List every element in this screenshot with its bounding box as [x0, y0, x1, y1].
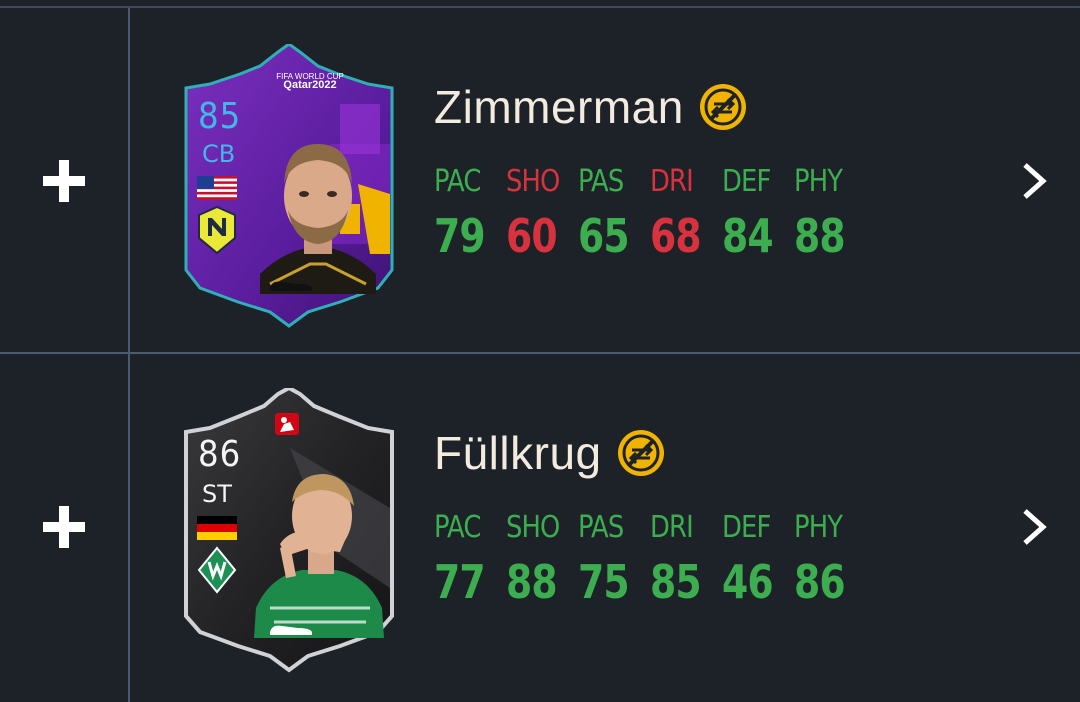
stat-label: SHO	[506, 510, 560, 545]
stat-sho: SHO 88	[506, 510, 578, 609]
plus-icon	[43, 160, 85, 202]
event-logo-year: Qatar2022	[283, 79, 337, 91]
stat-value: 68	[650, 209, 702, 263]
chevron-right-icon	[1023, 163, 1047, 199]
stat-label: PAS	[578, 164, 624, 199]
stat-value: 85	[650, 555, 702, 609]
boot-icon	[270, 625, 312, 635]
stat-value: 60	[506, 209, 558, 263]
bundesliga-logo-icon	[275, 413, 299, 435]
stat-label: DRI	[650, 510, 694, 545]
player-row: FIFA WORLD CUP Qatar2022 85 CB Zimmerman…	[0, 8, 1080, 354]
stat-dri: DRI 85	[650, 510, 722, 609]
player-name: Zimmerman	[434, 81, 684, 133]
stat-phy: PHY 86	[794, 510, 866, 609]
player-card[interactable]: FIFA WORLD CUP Qatar2022 85 CB	[180, 44, 398, 330]
nashville-sc-crest-icon	[198, 206, 236, 254]
card-rating: 85	[198, 96, 242, 137]
stat-pas: PAS 65	[578, 164, 650, 263]
card-position: ST	[202, 480, 232, 508]
open-player-button[interactable]	[1014, 354, 1054, 700]
player-name-line: Zimmerman	[434, 80, 748, 134]
add-player-button[interactable]	[0, 8, 128, 354]
stat-def: DEF 84	[722, 164, 794, 263]
stat-sho: SHO 60	[506, 164, 578, 263]
player-name-line: Füllkrug	[434, 426, 666, 480]
stat-label: PAC	[434, 164, 481, 199]
stat-value: 88	[794, 209, 846, 263]
stat-value: 65	[578, 209, 630, 263]
stat-def: DEF 46	[722, 510, 794, 609]
chevron-right-icon	[1023, 509, 1047, 545]
stat-label: PAC	[434, 510, 481, 545]
stats-grid: PAC 77 SHO 88 PAS 75 DRI 85 DEF 46 PHY 8…	[434, 510, 866, 609]
stat-pas: PAS 75	[578, 510, 650, 609]
stat-value: 84	[722, 209, 774, 263]
stat-value: 79	[434, 209, 486, 263]
stat-label: PHY	[794, 164, 843, 199]
add-player-button[interactable]	[0, 354, 128, 700]
card-position: CB	[202, 140, 236, 168]
stat-label: DRI	[650, 164, 694, 199]
player-photo	[260, 144, 376, 294]
plus-icon	[43, 506, 85, 548]
player-comparison-list: FIFA WORLD CUP Qatar2022 85 CB Zimmerman…	[0, 0, 1080, 702]
stat-value: 46	[722, 555, 774, 609]
stat-value: 75	[578, 555, 630, 609]
card-rating: 86	[198, 434, 242, 475]
stat-pac: PAC 79	[434, 164, 506, 263]
player-name: Füllkrug	[434, 427, 602, 479]
stats-grid: PAC 79 SHO 60 PAS 65 DRI 68 DEF 84 PHY 8…	[434, 164, 866, 263]
world-cup-logo: FIFA WORLD CUP Qatar2022	[276, 72, 344, 100]
stat-dri: DRI 68	[650, 164, 722, 263]
stat-label: SHO	[506, 164, 560, 199]
stat-pac: PAC 77	[434, 510, 506, 609]
germany-flag-icon	[197, 516, 237, 540]
stat-value: 88	[506, 555, 558, 609]
stat-value: 86	[794, 555, 846, 609]
stat-label: PAS	[578, 510, 624, 545]
werder-bremen-crest-icon	[197, 546, 237, 594]
chemistry-swap-icon	[699, 84, 746, 130]
open-player-button[interactable]	[1014, 8, 1054, 354]
player-row: 86 ST Füllkrug PAC 77 SHO 88 PAS 75 DRI …	[0, 354, 1080, 700]
chemistry-swap-icon	[617, 430, 664, 476]
boot-icon	[270, 281, 312, 291]
stat-label: DEF	[722, 510, 771, 545]
player-photo	[254, 474, 384, 638]
player-card[interactable]: 86 ST	[180, 388, 398, 674]
stat-label: DEF	[722, 164, 771, 199]
stat-phy: PHY 88	[794, 164, 866, 263]
stat-label: PHY	[794, 510, 843, 545]
usa-flag-icon	[197, 176, 237, 200]
stat-value: 77	[434, 555, 486, 609]
